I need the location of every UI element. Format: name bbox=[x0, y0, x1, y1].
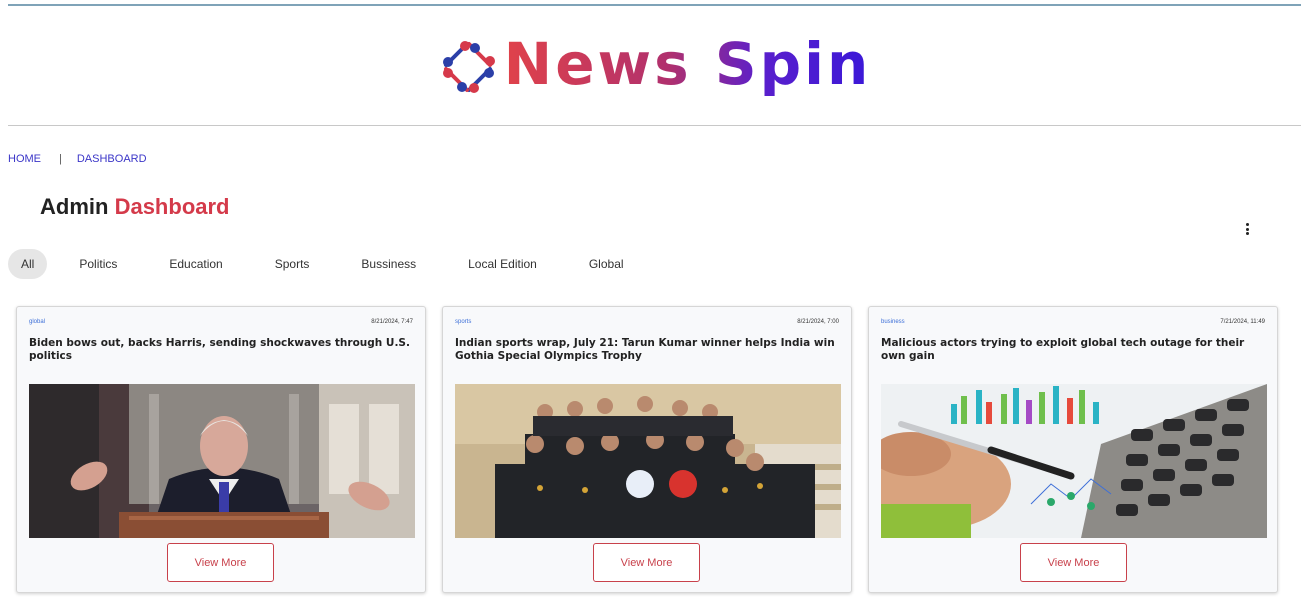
top-rule bbox=[8, 4, 1301, 6]
site-logo[interactable]: News Spin bbox=[438, 35, 872, 99]
filter-politics[interactable]: Politics bbox=[66, 249, 130, 279]
view-more-button[interactable]: View More bbox=[167, 543, 274, 582]
card-category[interactable]: business bbox=[881, 319, 905, 325]
filter-sports[interactable]: Sports bbox=[262, 249, 323, 279]
card-category[interactable]: global bbox=[29, 319, 45, 325]
card-date: 8/21/2024, 7:00 bbox=[797, 319, 839, 325]
card-headline: Indian sports wrap, July 21: Tarun Kumar… bbox=[455, 337, 835, 362]
breadcrumb-home-link[interactable]: HOME bbox=[8, 153, 41, 165]
card-headline: Biden bows out, backs Harris, sending sh… bbox=[29, 337, 410, 362]
breadcrumb-dashboard-link[interactable]: DASHBOARD bbox=[77, 153, 147, 165]
card-photo bbox=[455, 384, 841, 538]
breadcrumb-separator: | bbox=[59, 153, 62, 165]
card-photo bbox=[29, 384, 415, 538]
view-more-button[interactable]: View More bbox=[1020, 543, 1127, 582]
news-card: business 7/21/2024, 11:49 Malicious acto… bbox=[868, 306, 1278, 593]
site-header: News Spin bbox=[0, 8, 1309, 126]
page-title-accent: Dashboard bbox=[114, 194, 230, 219]
filter-education[interactable]: Education bbox=[156, 249, 235, 279]
news-card-list: global 8/21/2024, 7:47 Biden bows out, b… bbox=[16, 306, 1278, 593]
filter-global[interactable]: Global bbox=[576, 249, 637, 279]
news-card: sports 8/21/2024, 7:00 Indian sports wra… bbox=[442, 306, 852, 593]
filter-local-edition[interactable]: Local Edition bbox=[455, 249, 550, 279]
card-headline: Malicious actors trying to exploit globa… bbox=[881, 337, 1245, 362]
filter-business[interactable]: Bussiness bbox=[348, 249, 429, 279]
card-date: 8/21/2024, 7:47 bbox=[371, 319, 413, 325]
brand-name: News Spin bbox=[503, 30, 872, 98]
news-card: global 8/21/2024, 7:47 Biden bows out, b… bbox=[16, 306, 426, 593]
card-category[interactable]: sports bbox=[455, 319, 471, 325]
view-more-button[interactable]: View More bbox=[593, 543, 700, 582]
filter-all[interactable]: All bbox=[8, 249, 48, 279]
category-filter-tabs: All Politics Education Sports Bussiness … bbox=[8, 249, 637, 279]
card-photo bbox=[881, 384, 1267, 538]
page-title: Admin Dashboard bbox=[40, 194, 230, 220]
page-title-prefix: Admin bbox=[40, 194, 109, 219]
more-vertical-icon[interactable] bbox=[1240, 221, 1254, 237]
card-date: 7/21/2024, 11:49 bbox=[1220, 319, 1265, 325]
breadcrumb: HOME | DASHBOARD bbox=[8, 153, 147, 165]
header-divider bbox=[8, 125, 1301, 126]
spin-logo-icon bbox=[442, 41, 495, 93]
